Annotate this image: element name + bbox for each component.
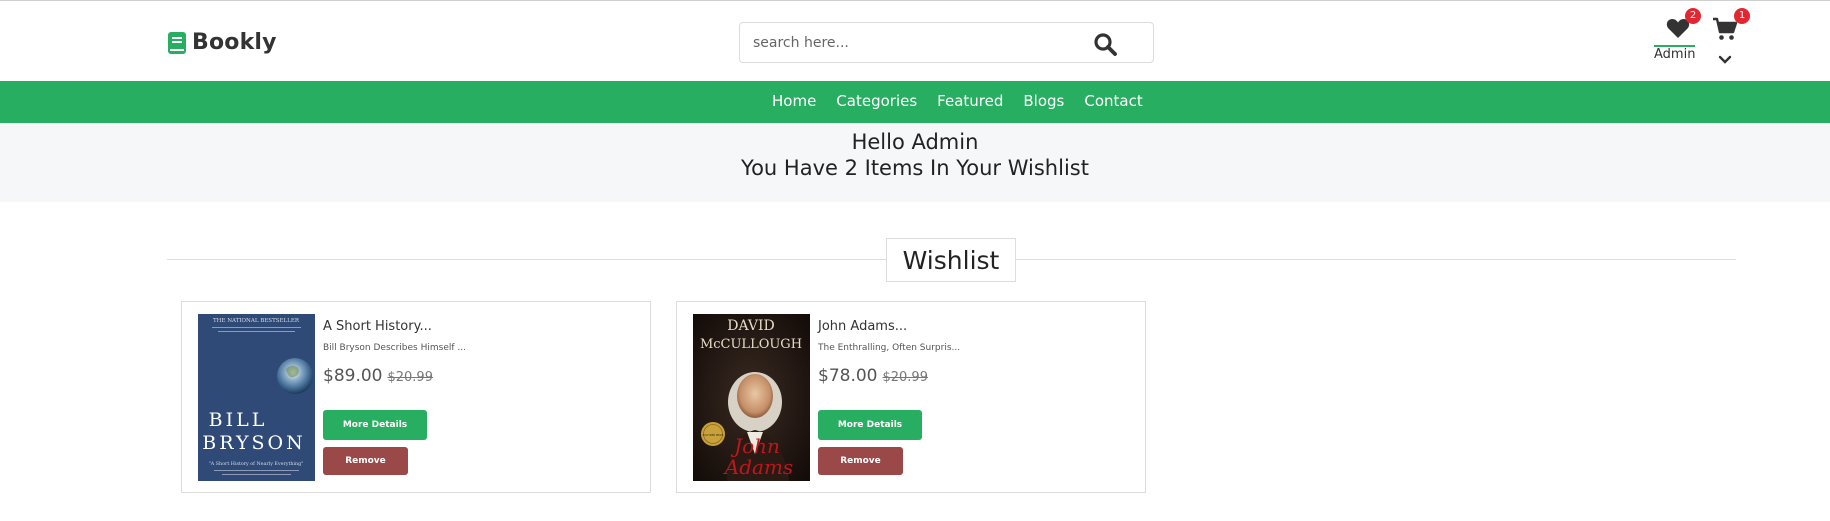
svg-text:BILL: BILL xyxy=(209,409,268,431)
wishlist-card: DAVID McCULLOUGH PULITZER PRIZE John Ada… xyxy=(676,301,1146,493)
book-info: John Adams... The Enthralling, Often Sur… xyxy=(818,318,1118,386)
price-row: $78.00 $20.99 xyxy=(818,366,1118,386)
wishlist-card: THE NATIONAL BESTSELLER BILL BRYSON "A S… xyxy=(181,301,651,493)
svg-text:Adams: Adams xyxy=(723,455,793,479)
book-cover-art: THE NATIONAL BESTSELLER BILL BRYSON "A S… xyxy=(198,314,315,481)
svg-text:BRYSON: BRYSON xyxy=(202,432,305,454)
book-old-price: $20.99 xyxy=(387,370,433,385)
more-details-button[interactable]: More Details xyxy=(323,410,427,440)
search-form xyxy=(739,22,1154,63)
book-description: The Enthralling, Often Surpris... xyxy=(818,343,961,353)
more-details-button[interactable]: More Details xyxy=(818,410,922,440)
greeting-banner: Hello Admin You Have 2 Items In Your Wis… xyxy=(0,123,1830,202)
nav-blogs[interactable]: Blogs xyxy=(1023,92,1064,110)
book-info: A Short History... Bill Bryson Describes… xyxy=(323,318,623,386)
book-cover-art: DAVID McCULLOUGH PULITZER PRIZE John Ada… xyxy=(693,314,810,481)
search-button[interactable] xyxy=(1092,32,1118,56)
svg-text:THE NATIONAL BESTSELLER: THE NATIONAL BESTSELLER xyxy=(213,318,300,324)
remove-button[interactable]: Remove xyxy=(323,447,408,475)
svg-text:McCULLOUGH: McCULLOUGH xyxy=(700,337,802,352)
cart-count-badge: 1 xyxy=(1734,8,1750,24)
brand-logo[interactable]: Bookly xyxy=(167,30,277,55)
book-description: Bill Bryson Describes Himself ... xyxy=(323,343,466,353)
greeting-subtitle: You Have 2 Items In Your Wishlist xyxy=(741,156,1089,180)
site-header: Bookly 2 1 Admin xyxy=(0,1,1830,81)
cart-icon xyxy=(1713,17,1738,40)
nav-categories[interactable]: Categories xyxy=(836,92,917,110)
book-icon xyxy=(168,31,186,54)
main-nav: Home Categories Featured Blogs Contact xyxy=(0,81,1830,123)
search-icon xyxy=(1094,33,1117,56)
remove-button[interactable]: Remove xyxy=(818,447,903,475)
nav-featured[interactable]: Featured xyxy=(937,92,1003,110)
book-cover-image[interactable]: DAVID McCULLOUGH PULITZER PRIZE John Ada… xyxy=(693,314,810,481)
book-cover-image[interactable]: THE NATIONAL BESTSELLER BILL BRYSON "A S… xyxy=(198,314,315,481)
brand-name: Bookly xyxy=(192,30,277,55)
header-actions: 2 1 Admin xyxy=(1648,8,1750,71)
nav-contact[interactable]: Contact xyxy=(1084,92,1142,110)
book-title[interactable]: John Adams... xyxy=(818,318,1118,336)
nav-home[interactable]: Home xyxy=(772,92,816,110)
chevron-down-icon xyxy=(1718,55,1732,64)
section-title: Wishlist xyxy=(886,238,1016,282)
book-price: $78.00 xyxy=(818,366,878,386)
svg-text:"A Short History of Nearly Eve: "A Short History of Nearly Everything" xyxy=(209,461,304,467)
user-menu-label[interactable]: Admin xyxy=(1654,45,1696,63)
svg-text:PULITZER PRIZE: PULITZER PRIZE xyxy=(703,433,724,437)
user-menu-toggle[interactable] xyxy=(1718,51,1732,64)
svg-text:DAVID: DAVID xyxy=(727,318,775,334)
greeting-title: Hello Admin xyxy=(851,130,979,154)
search-input[interactable] xyxy=(751,26,1085,59)
nav-links: Home Categories Featured Blogs Contact xyxy=(762,92,1153,110)
price-row: $89.00 $20.99 xyxy=(323,366,623,386)
book-old-price: $20.99 xyxy=(882,370,928,385)
wishlist-count-badge: 2 xyxy=(1685,8,1701,24)
book-title[interactable]: A Short History... xyxy=(323,318,623,336)
book-price: $89.00 xyxy=(323,366,383,386)
